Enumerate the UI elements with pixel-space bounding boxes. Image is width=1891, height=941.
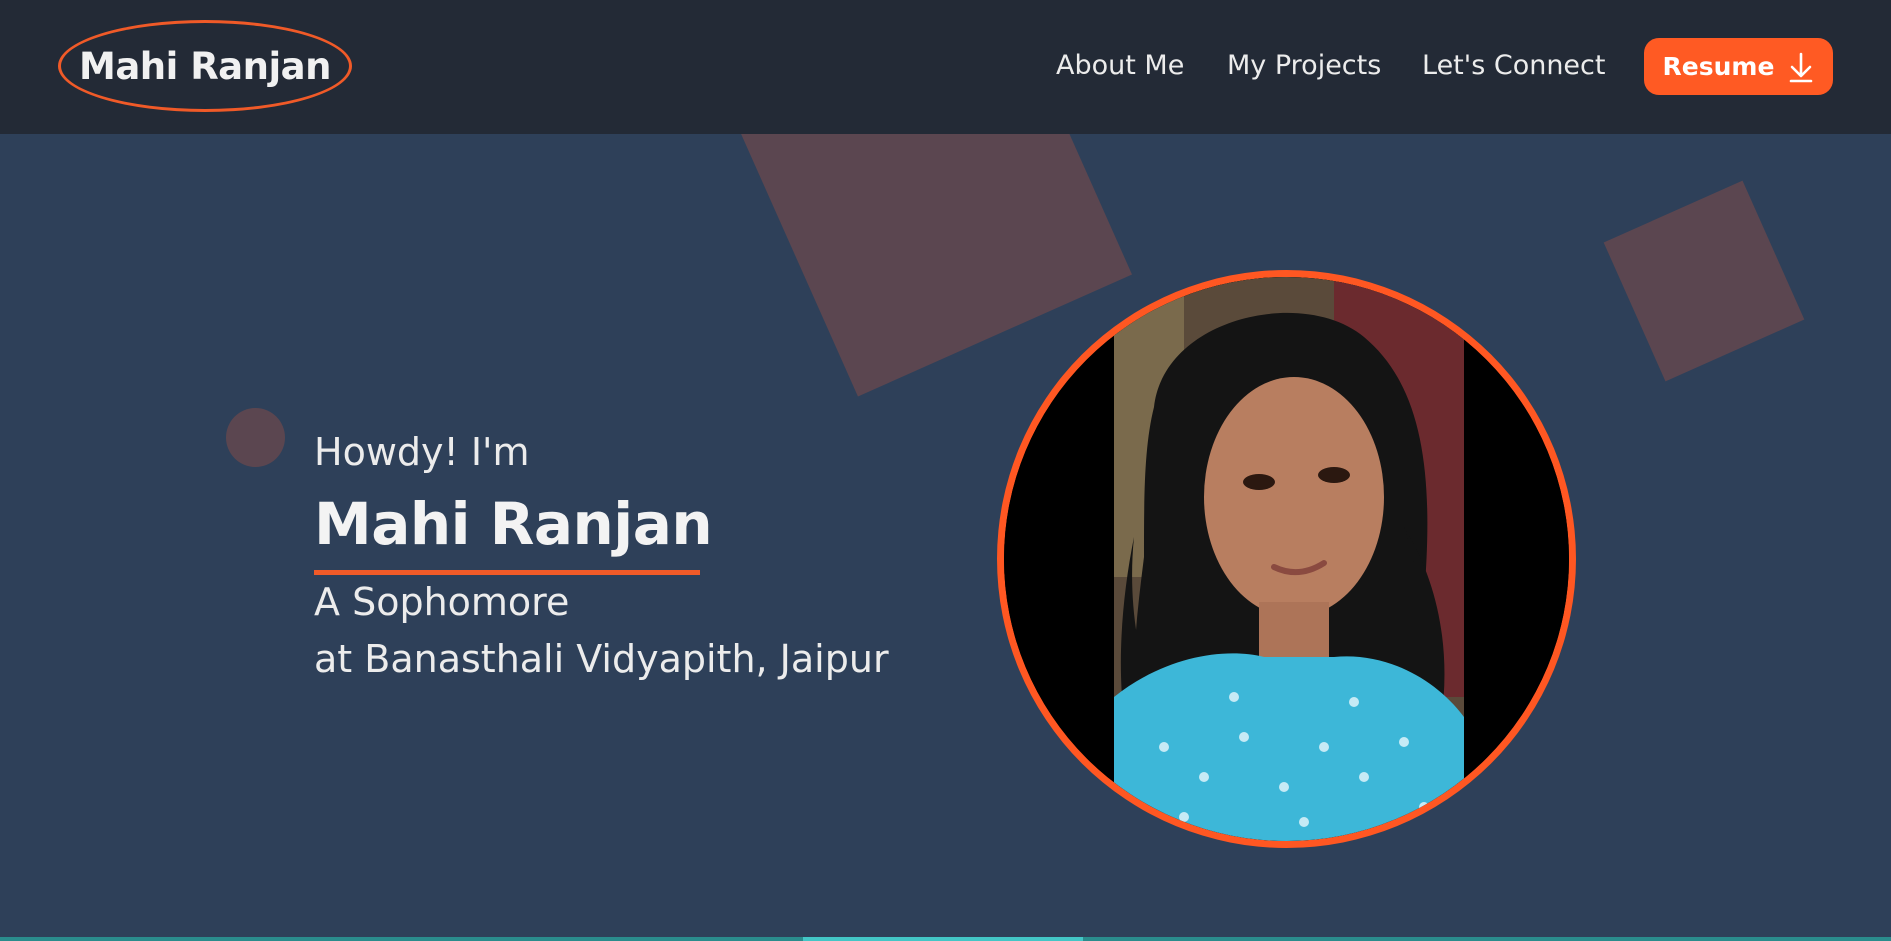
decorative-square-small bbox=[1603, 180, 1805, 382]
nav-link-about-me[interactable]: About Me bbox=[1056, 44, 1184, 88]
nav-link-lets-connect[interactable]: Let's Connect bbox=[1422, 44, 1605, 88]
navbar: Mahi Ranjan About Me My Projects Let's C… bbox=[0, 0, 1891, 134]
hero-subtitle-line2: at Banasthali Vidyapith, Jaipur bbox=[314, 637, 889, 681]
resume-button[interactable]: Resume bbox=[1644, 38, 1833, 95]
brand-logo[interactable]: Mahi Ranjan bbox=[58, 20, 352, 112]
decorative-circle bbox=[226, 408, 285, 467]
hero-greeting: Howdy! I'm bbox=[314, 430, 530, 474]
name-underline bbox=[314, 570, 700, 575]
bottom-accent-highlight bbox=[803, 937, 1083, 941]
hero-subtitle-line1: A Sophomore bbox=[314, 580, 570, 624]
resume-button-label: Resume bbox=[1662, 52, 1775, 81]
download-icon bbox=[1788, 51, 1814, 83]
nav-link-my-projects[interactable]: My Projects bbox=[1227, 44, 1381, 88]
portfolio-page: Mahi Ranjan About Me My Projects Let's C… bbox=[0, 0, 1891, 941]
hero-name: Mahi Ranjan bbox=[314, 490, 713, 558]
profile-photo bbox=[997, 270, 1576, 848]
